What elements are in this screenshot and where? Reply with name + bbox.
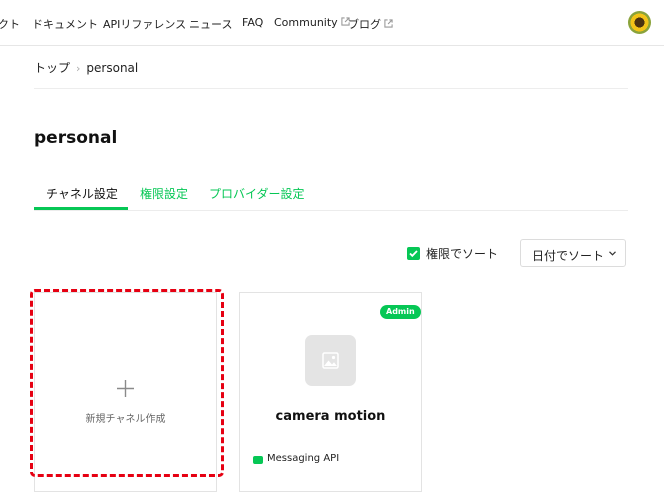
tab-provider-settings[interactable]: プロバイダー設定: [209, 185, 305, 202]
chevron-down-icon: [609, 251, 616, 256]
nav-item-product[interactable]: クト: [0, 16, 20, 32]
nav-item-community[interactable]: Community: [274, 16, 350, 29]
sort-order-select[interactable]: 日付でソート: [520, 239, 626, 267]
top-nav: クト ドキュメント APIリファレンス ニュース FAQ Community ブ…: [0, 0, 664, 46]
channel-card[interactable]: Admin camera motion Messaging API: [239, 292, 422, 492]
nav-item-api-reference[interactable]: APIリファレンス: [103, 16, 186, 32]
new-channel-label: 新規チャネル作成: [85, 414, 166, 425]
channel-thumbnail: [305, 335, 356, 386]
nav-item-community-label: Community: [274, 16, 338, 29]
tab-permission-settings[interactable]: 権限設定: [140, 185, 188, 202]
breadcrumb-separator: ›: [76, 62, 81, 75]
divider: [34, 88, 628, 89]
channel-type-label: Messaging API: [267, 453, 340, 464]
channel-name: camera motion: [275, 409, 386, 424]
tab-channel-settings[interactable]: チャネル設定: [46, 185, 118, 202]
nav-item-blog[interactable]: ブログ: [348, 16, 393, 32]
nav-item-faq[interactable]: FAQ: [242, 16, 263, 29]
new-channel-card[interactable]: 新規チャネル作成: [34, 292, 217, 492]
avatar[interactable]: [628, 11, 651, 34]
external-link-icon: [384, 19, 393, 28]
plus-icon: [117, 380, 134, 397]
nav-item-blog-label: ブログ: [348, 18, 381, 31]
breadcrumb-current: personal: [86, 61, 139, 75]
messaging-api-icon: [253, 456, 263, 464]
breadcrumb-home[interactable]: トップ: [34, 61, 70, 75]
sort-by-permission-label[interactable]: 権限でソート: [426, 245, 498, 262]
sort-order-value: 日付でソート: [532, 249, 605, 263]
check-icon: [409, 250, 418, 258]
sort-by-permission-checkbox[interactable]: [407, 247, 420, 260]
tab-bar: チャネル設定 権限設定 プロバイダー設定: [34, 176, 628, 211]
breadcrumb: トップ › personal: [34, 59, 138, 76]
page-title: personal: [34, 128, 118, 148]
nav-item-news[interactable]: ニュース: [189, 16, 232, 32]
admin-badge: Admin: [380, 305, 421, 319]
nav-item-documents[interactable]: ドキュメント: [32, 16, 98, 32]
image-placeholder-icon: [322, 352, 339, 369]
active-tab-indicator: [34, 207, 128, 210]
